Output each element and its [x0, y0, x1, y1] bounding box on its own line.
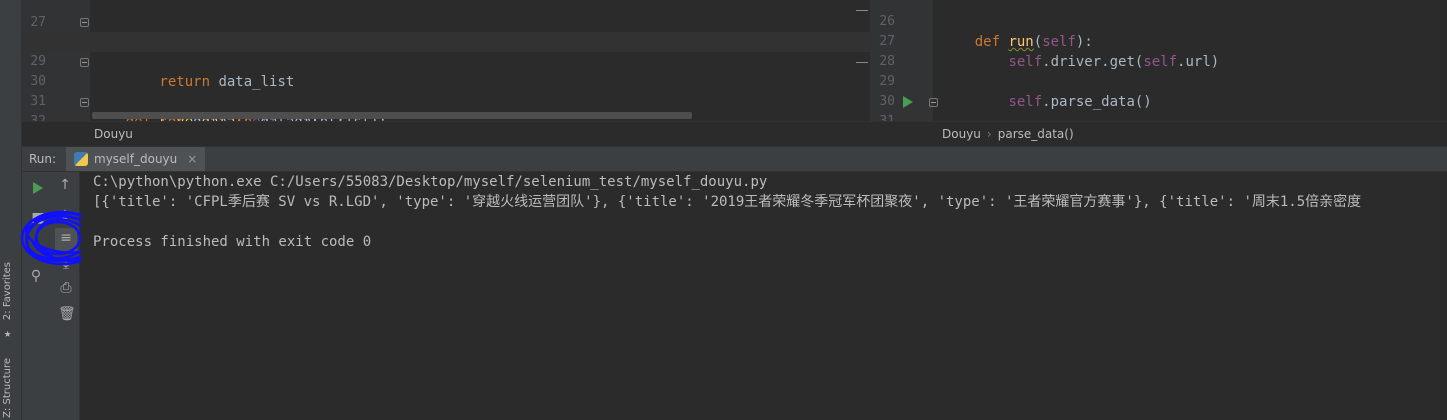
code-line-current: 29 [22, 32, 870, 69]
console-line: Process finished with exit code 0 [93, 234, 372, 250]
code-line: 32 douyu = Douyu() [871, 112, 1447, 121]
print-icon[interactable]: ⎙ [58, 280, 74, 296]
fold-marker-icon[interactable] [929, 98, 938, 107]
trash-icon[interactable]: 🗑 [58, 306, 76, 322]
method-separator-icon [856, 62, 868, 63]
code-line: 31 for data in data_list: [22, 72, 870, 121]
breadcrumb-left: Douyu [22, 121, 870, 147]
breadcrumb-item[interactable]: Douyu [942, 127, 981, 141]
run-panel-header: Run: myself_douyu × [22, 147, 1447, 172]
pin-icon[interactable]: ⚲ [28, 268, 44, 284]
code-line: 30 [871, 72, 1447, 109]
scroll-down-icon[interactable]: ↓ [57, 208, 73, 224]
star-icon: ★ [4, 326, 12, 340]
favorites-tab[interactable]: 2: Favorites [2, 262, 13, 320]
python-file-icon [74, 152, 88, 166]
code-line: 28 return data_list [22, 12, 870, 90]
fold-marker-icon[interactable] [80, 18, 89, 27]
breadcrumb-separator-icon: › [986, 127, 992, 141]
code-line: 28 [871, 32, 1447, 69]
close-icon[interactable]: × [187, 152, 197, 166]
run-panel-label: Run: [29, 152, 57, 166]
scroll-to-end-icon[interactable]: ⤓ [58, 256, 74, 272]
horizontal-scrollbar[interactable] [92, 112, 692, 119]
method-separator-icon [856, 10, 868, 11]
run-main-icon[interactable] [903, 96, 913, 108]
console-line: [{'title': 'CFPL季后赛 SV vs R.LGD', 'type'… [93, 194, 1362, 210]
soft-wrap-icon[interactable]: ≡ [58, 230, 74, 246]
scroll-up-icon[interactable]: ↑ [57, 177, 73, 193]
run-tab-myself-douyu[interactable]: myself_douyu × [66, 147, 206, 171]
run-toolbar: ↑ ■ ↓ ≡ ⚲ ⤓ ⎙ 🗑 [20, 172, 106, 420]
breadcrumb-item[interactable]: Douyu [94, 127, 133, 141]
code-line: 32 print(data) [22, 92, 870, 121]
breadcrumb-item[interactable]: parse_data() [998, 127, 1074, 141]
code-line: 31 if __name__ == '__main__': [871, 92, 1447, 121]
left-tool-stripe: 2: Favorites ★ Z: Structure [0, 0, 22, 420]
run-console-output[interactable]: C:\python\python.exe C:/Users/55083/Desk… [81, 172, 1447, 420]
breadcrumb-right: Douyu › parse_data() [870, 121, 1447, 147]
code-line: 26 def run(self): [871, 0, 1447, 50]
play-icon [33, 182, 43, 194]
code-line: 29 self.parse_data() [871, 52, 1447, 110]
fold-marker-icon[interactable] [80, 58, 89, 67]
structure-tab[interactable]: Z: Structure [2, 358, 13, 418]
code-line: 30 def save_data(self, data_list): [22, 52, 870, 121]
stop-icon[interactable]: ■ [30, 210, 46, 226]
editor-left[interactable]: 27 28 return data_list 29 30 def save_da… [22, 0, 870, 121]
console-line: C:\python\python.exe C:/Users/55083/Desk… [93, 174, 768, 190]
fold-marker-icon[interactable] [80, 98, 89, 107]
code-line: 27 self.driver.get(self.url) [871, 12, 1447, 70]
rerun-button[interactable] [30, 180, 46, 196]
editor-right[interactable]: 26 def run(self): 27 self.driver.get(sel… [870, 0, 1447, 121]
run-tab-label: myself_douyu [94, 152, 178, 166]
